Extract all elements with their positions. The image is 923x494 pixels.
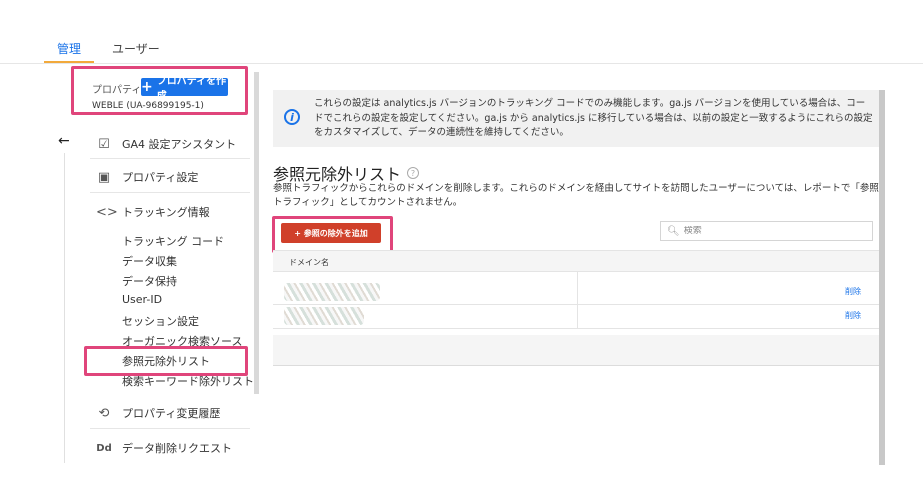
table-footer [273,335,879,365]
highlight-box-referral-exclusion [84,346,248,376]
history-icon: ⟲ [98,405,110,421]
delete-link[interactable]: 削除 [845,310,861,321]
tab-admin[interactable]: 管理 [57,40,81,57]
checkbox-icon: ☑ [98,136,110,152]
dd-icon: Dd [96,442,112,454]
page-scrollbar[interactable] [879,90,885,465]
sidebar-subitem-user-id[interactable]: User-ID [122,293,162,306]
sidebar-subitem-session-settings[interactable]: セッション設定 [122,313,199,329]
table-header-row [273,250,879,272]
sidebar-item-label: トラッキング情報 [122,206,210,219]
sidebar-scrollbar[interactable] [254,72,259,394]
divider [90,158,250,159]
info-notice-text: これらの設定は analytics.js バージョンのトラッキング コードでのみ… [314,98,873,138]
divider [90,192,250,193]
sidebar-item-property-settings[interactable]: ▣ プロパティ設定 [96,169,199,185]
highlight-box-add-button [272,216,393,253]
window-icon: ▣ [97,169,111,185]
divider [90,428,250,429]
redacted-domain [284,283,380,301]
search-field[interactable]: 🔍︎ [660,221,873,241]
delete-link[interactable]: 削除 [845,286,861,297]
help-icon[interactable]: ? [407,167,420,179]
sidebar-item-label: データ削除リクエスト [122,442,232,455]
sidebar-subitem-tracking-code[interactable]: トラッキング コード [122,233,224,249]
search-input[interactable] [683,226,864,236]
tab-bar-divider [0,63,923,64]
info-icon: i [284,109,300,125]
search-icon: 🔍︎ [667,225,680,237]
sidebar-item-ga4-setup[interactable]: ☑ GA4 設定アシスタント [96,136,236,152]
page-description: 参照トラフィックからこれらのドメインを削除します。これらのドメインを経由してサイ… [273,183,879,208]
arrow-left-icon[interactable]: ← [58,133,70,149]
sidebar-item-label: GA4 設定アシスタント [122,138,237,151]
sidebar-item-data-deletion-requests[interactable]: Dd データ削除リクエスト [96,440,232,456]
column-divider [577,272,578,329]
sidebar-item-label: プロパティ変更履歴 [122,407,221,420]
tab-users[interactable]: ユーザー [112,40,160,57]
sidebar-subitem-data-collection[interactable]: データ収集 [122,253,177,269]
sidebar-item-label: プロパティ設定 [122,171,199,184]
sidebar-rail [64,153,65,463]
highlight-box-property [71,66,248,115]
column-header-domain: ドメイン名 [289,258,329,267]
sidebar-subitem-data-retention[interactable]: データ保持 [122,273,177,289]
sidebar-item-property-change-history[interactable]: ⟲ プロパティ変更履歴 [96,405,221,421]
code-icon: <> [96,204,118,220]
redacted-domain [284,307,364,325]
sidebar-item-tracking-info[interactable]: <> トラッキング情報 [96,204,210,220]
